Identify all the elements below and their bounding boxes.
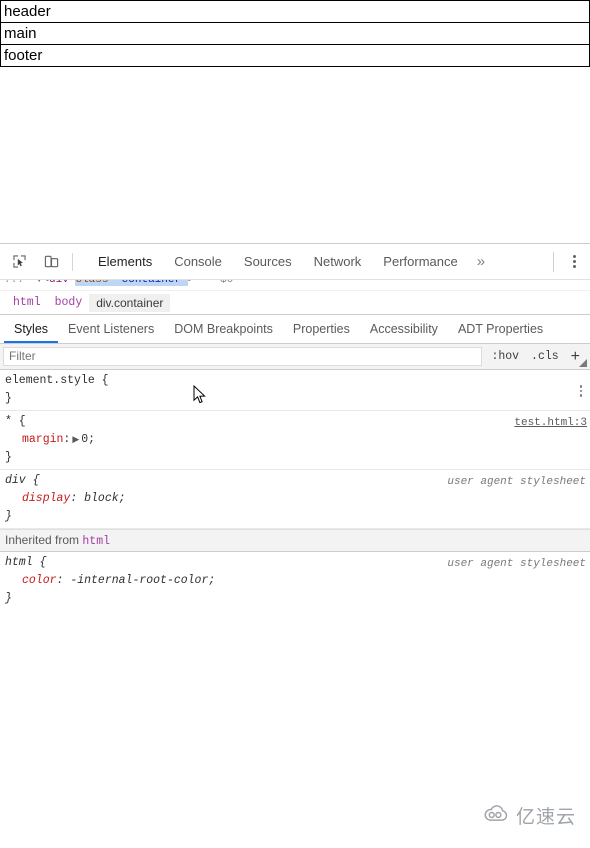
rule-kebab-menu-icon[interactable] <box>579 384 582 398</box>
device-toolbar-icon[interactable] <box>38 249 64 275</box>
toolbar-right-group <box>543 249 590 275</box>
page-viewport: header main footer <box>0 0 590 243</box>
rule-universal-close: } <box>5 451 12 464</box>
inherited-from-label: Inherited from <box>5 533 80 547</box>
footer-box-label: footer <box>4 47 43 64</box>
filter-input[interactable] <box>3 347 483 366</box>
rule-html-selector: html { <box>5 556 47 569</box>
dom-attr-value: "container" <box>115 280 188 286</box>
tab-dom-breakpoints[interactable]: DOM Breakpoints <box>164 316 283 343</box>
cloud-logo-icon <box>481 804 511 827</box>
styles-filter-row: :hov .cls + <box>0 344 590 370</box>
dom-ellipsis: ... <box>4 280 24 286</box>
rule-div-close: } <box>5 510 12 523</box>
breadcrumb-item-html[interactable]: html <box>6 294 48 311</box>
toolbar-divider-right <box>553 251 554 272</box>
prop-name-color: color <box>22 574 57 587</box>
cls-button[interactable]: .cls <box>525 350 565 363</box>
rule-origin-html: user agent stylesheet <box>447 558 586 570</box>
footer-box: footer <box>0 44 590 67</box>
tab-console[interactable]: Console <box>163 244 233 279</box>
tab-sources[interactable]: Sources <box>233 244 303 279</box>
breadcrumb-item-div-container[interactable]: div.container <box>89 293 171 312</box>
prop-value-color: -internal-root-color; <box>70 574 216 587</box>
styles-pane-tab-list: Styles Event Listeners DOM Breakpoints P… <box>0 315 590 344</box>
prop-colon-color: : <box>56 574 71 587</box>
rule-element-style-selector: element.style { <box>5 374 109 387</box>
chevron-double-right-icon[interactable]: » <box>469 244 493 279</box>
tab-network[interactable]: Network <box>303 244 373 279</box>
dom-tree-strip: ... ▼<div class="container"> == $0 <box>0 280 590 291</box>
breadcrumb-item-body[interactable]: body <box>48 294 90 311</box>
dom-attr-name: class= <box>75 280 116 286</box>
prop-value-margin[interactable]: 0; <box>81 433 95 446</box>
prop-colon-display: : <box>70 492 85 505</box>
inherited-from-banner: Inherited from html <box>0 529 590 552</box>
kebab-menu-icon[interactable] <box>564 249 584 275</box>
rule-origin-div: user agent stylesheet <box>447 476 586 488</box>
dom-expand-triangle-icon[interactable]: ▼ <box>24 280 43 286</box>
tab-styles[interactable]: Styles <box>4 316 58 343</box>
tab-elements[interactable]: Elements <box>87 244 163 279</box>
rule-universal-selector: * { <box>5 415 26 428</box>
rule-source-link[interactable]: test.html:3 <box>514 414 587 432</box>
watermark-text: 亿速云 <box>515 806 576 828</box>
rule-element-style[interactable]: element.style { } <box>0 370 590 411</box>
main-box-label: main <box>4 25 37 42</box>
rule-html-close: } <box>5 592 12 605</box>
tab-accessibility[interactable]: Accessibility <box>360 316 448 343</box>
dom-tag-name: div <box>49 280 69 286</box>
main-box: main <box>0 22 590 45</box>
tab-adt-properties[interactable]: ADT Properties <box>448 316 553 343</box>
toolbar-divider <box>72 252 73 271</box>
rule-html[interactable]: user agent stylesheet html { color: -int… <box>0 552 590 610</box>
prop-name-display: display <box>22 492 71 505</box>
tab-event-listeners[interactable]: Event Listeners <box>58 316 164 343</box>
rule-div-selector: div { <box>5 474 40 487</box>
tab-performance[interactable]: Performance <box>372 244 468 279</box>
inherited-from-tag[interactable]: html <box>82 535 110 548</box>
margin-expand-triangle-icon[interactable]: ▶ <box>70 435 81 445</box>
hov-button[interactable]: :hov <box>485 350 525 363</box>
devtools-panel: Elements Console Sources Network Perform… <box>0 243 590 848</box>
inspect-cursor-icon[interactable] <box>6 249 32 275</box>
watermark: 亿速云 <box>481 802 576 829</box>
rule-universal[interactable]: test.html:3 * { margin: ▶ 0; } <box>0 411 590 470</box>
breadcrumb: html body div.container <box>0 291 590 315</box>
devtools-tab-list: Elements Console Sources Network Perform… <box>87 244 543 279</box>
dom-tree-row[interactable]: ... ▼<div class="container"> == $0 <box>0 280 233 288</box>
rule-element-style-close: } <box>5 392 12 405</box>
dom-dollar-zero: == $0 <box>200 280 234 286</box>
devtools-toolbar: Elements Console Sources Network Perform… <box>0 244 590 280</box>
tab-properties[interactable]: Properties <box>283 316 360 343</box>
styles-rules-list: element.style { } test.html:3 * { margin… <box>0 370 590 610</box>
header-box-label: header <box>4 3 51 20</box>
prop-value-display: block; <box>84 492 126 505</box>
header-box: header <box>0 0 590 23</box>
prop-name-margin[interactable]: margin <box>22 433 63 446</box>
new-style-rule-button[interactable]: + <box>565 348 590 367</box>
rule-div[interactable]: user agent stylesheet div { display: blo… <box>0 470 590 529</box>
